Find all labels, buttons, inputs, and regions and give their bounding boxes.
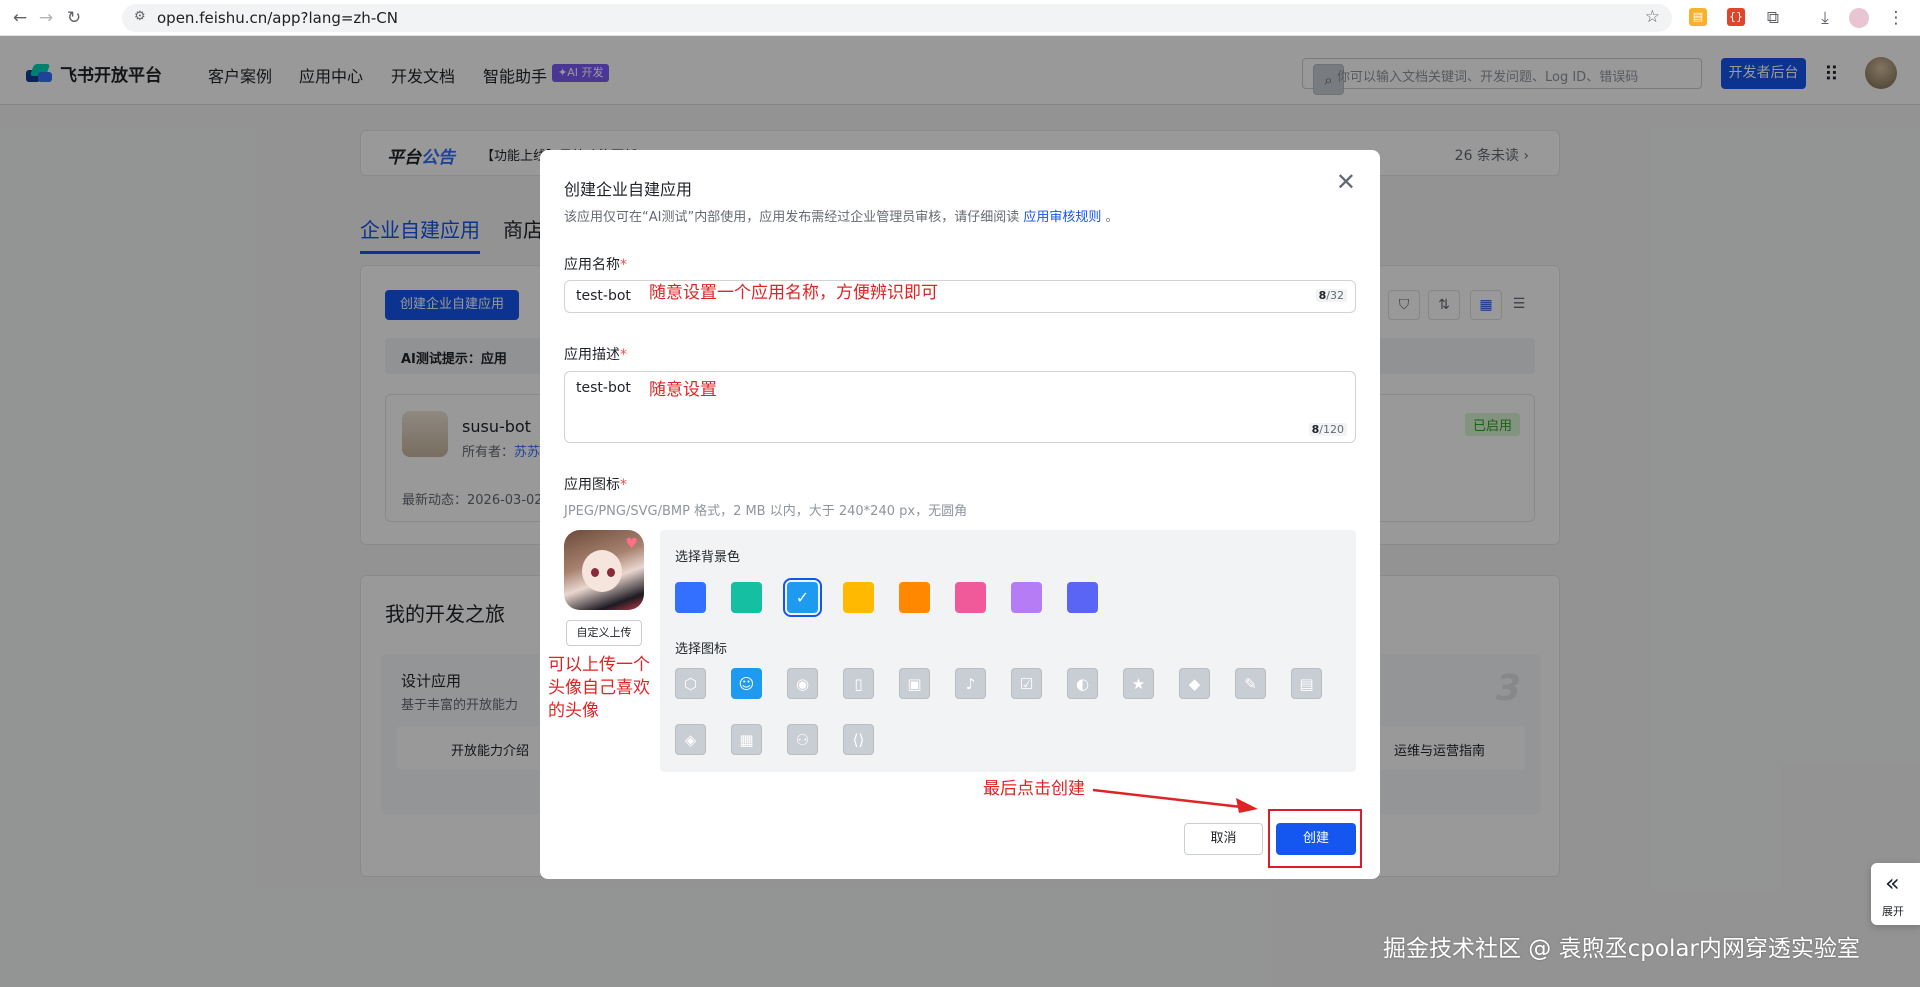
app-icon-preview: ♥	[564, 530, 644, 610]
tag-icon[interactable]: ◆	[1179, 668, 1210, 699]
code-icon[interactable]: ⟨⟩	[843, 724, 874, 755]
cancel-button[interactable]: 取消	[1184, 823, 1263, 855]
app-name-label: 应用名称*	[564, 257, 627, 273]
icon-choose-label: 选择图标	[675, 642, 728, 657]
side-expand-button[interactable]: « 展开	[1871, 863, 1920, 925]
app-desc-label: 应用描述*	[564, 347, 627, 363]
watermark: 掘金技术社区 @ 袁煦丞cpolar内网穿透实验室	[1383, 936, 1860, 962]
bg-color-label: 选择背景色	[675, 550, 741, 565]
dialog-description: 该应用仅可在“AI测试”内部使用，应用发布需经过企业管理员审核，请仔细阅读 应用…	[564, 206, 1119, 225]
extension-icon[interactable]: ▤	[1689, 8, 1707, 26]
preview-eye	[591, 568, 599, 577]
people-icon[interactable]: ⚇	[787, 724, 818, 755]
profile-icon[interactable]	[1849, 8, 1869, 28]
expand-label: 展开	[1882, 905, 1904, 918]
robot-icon[interactable]: ☺	[731, 668, 762, 699]
review-rules-link[interactable]: 应用审核规则	[1023, 210, 1101, 225]
app-name-counter: 8/32	[1315, 289, 1347, 302]
lightbulb-icon[interactable]: ◉	[787, 668, 818, 699]
custom-upload-button[interactable]: 自定义上传	[566, 620, 642, 646]
color-swatch[interactable]	[843, 582, 874, 613]
color-swatch[interactable]	[731, 582, 762, 613]
layout-icon[interactable]: ▦	[731, 724, 762, 755]
app-name-value: test-bot	[576, 288, 631, 304]
color-swatch[interactable]	[1011, 582, 1042, 613]
star-icon[interactable]: ★	[1123, 668, 1154, 699]
bookmark-star-icon[interactable]: ☆	[1645, 7, 1660, 27]
preview-face	[582, 550, 622, 592]
annotation-upload-note-2: 头像自己喜欢	[548, 678, 650, 698]
address-bar[interactable]: ⚙ open.feishu.cn/app?lang=zh-CN ☆	[122, 4, 1672, 32]
dialog-title: 创建企业自建应用	[564, 180, 693, 199]
briefcase-icon[interactable]: ▣	[899, 668, 930, 699]
preview-eye	[607, 568, 615, 577]
close-icon[interactable]: ✕	[1336, 170, 1356, 194]
cube-icon[interactable]: ⬡	[675, 668, 706, 699]
annotation-upload-note-3: 的头像	[548, 701, 599, 721]
color-swatch[interactable]: ✓	[783, 578, 822, 617]
bell-icon[interactable]: ♪	[955, 668, 986, 699]
wrench-icon[interactable]: ✎	[1235, 668, 1266, 699]
app-icon-label: 应用图标*	[564, 477, 627, 493]
dialog-desc-end: 。	[1105, 210, 1119, 225]
menu-icon[interactable]: ⋮	[1884, 6, 1908, 30]
browser-toolbar: ← → ↻ ⚙ open.feishu.cn/app?lang=zh-CN ☆ …	[0, 0, 1920, 36]
back-icon[interactable]: ←	[8, 6, 32, 30]
check-icon: ✓	[795, 588, 810, 607]
annotation-create-note: 最后点击创建	[983, 779, 1085, 799]
annotation-name-note: 随意设置一个应用名称，方便辨识即可	[649, 283, 938, 303]
color-swatch[interactable]	[675, 582, 706, 613]
heart-icon: ♥	[625, 536, 638, 552]
annotation-upload-note-1: 可以上传一个	[548, 655, 650, 675]
shield-icon[interactable]: ◈	[675, 724, 706, 755]
annotation-arrow	[1092, 788, 1258, 813]
puzzle-icon[interactable]: ⧉	[1761, 6, 1785, 30]
color-swatch[interactable]	[899, 582, 930, 613]
checklist-icon[interactable]: ☑	[1011, 668, 1042, 699]
moon-icon[interactable]: ◐	[1067, 668, 1098, 699]
forward-icon[interactable]: →	[34, 6, 58, 30]
site-info-icon[interactable]: ⚙	[134, 9, 146, 24]
icon-picker-panel: 选择背景色 ✓ 选择图标 ⬡ ☺ ◉ ▯ ▣ ♪ ☑ ◐ ★ ◆ ✎ ▤ ◈ ▦ ⚇ ⟨⟩	[660, 530, 1356, 772]
color-swatch[interactable]	[955, 582, 986, 613]
app-desc-value: test-bot	[576, 380, 631, 396]
app-desc-counter: 8/120	[1308, 423, 1347, 436]
extension-icon[interactable]: {}	[1727, 8, 1745, 26]
annotation-highlight-box	[1268, 809, 1362, 868]
download-icon[interactable]: ⤓	[1813, 6, 1837, 30]
color-swatch[interactable]	[1067, 582, 1098, 613]
create-app-dialog: 创建企业自建应用 ✕ 该应用仅可在“AI测试”内部使用，应用发布需经过企业管理员…	[540, 150, 1380, 879]
double-chevron-left-icon: «	[1885, 869, 1900, 897]
file-icon[interactable]: ▤	[1291, 668, 1322, 699]
annotation-desc-note: 随意设置	[649, 380, 717, 400]
document-icon[interactable]: ▯	[843, 668, 874, 699]
reload-icon[interactable]: ↻	[62, 6, 86, 30]
icon-format-hint: JPEG/PNG/SVG/BMP 格式，2 MB 以内，大于 240*240 p…	[564, 504, 968, 519]
dialog-desc-text: 该应用仅可在“AI测试”内部使用，应用发布需经过企业管理员审核，请仔细阅读	[564, 210, 1020, 225]
url-text: open.feishu.cn/app?lang=zh-CN	[157, 9, 398, 27]
